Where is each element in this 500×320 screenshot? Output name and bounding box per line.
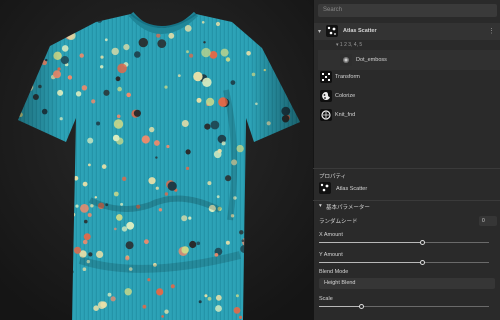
slider-handle[interactable]	[359, 304, 364, 309]
blend-mode-row: Blend Mode Height Blend	[313, 269, 500, 293]
layer-label: Knit_fnd	[335, 112, 356, 118]
scale-label: Scale	[319, 296, 333, 302]
layer-item-knit-fnd[interactable]: Knit_fnd	[313, 106, 500, 125]
y-amount-slider[interactable]	[319, 260, 489, 265]
properties-node-row: Atlas Scatter	[313, 182, 500, 196]
properties-section-label: プロパティ	[319, 174, 347, 180]
tshirt-render	[0, 0, 313, 320]
y-amount-row: Y Amount	[313, 252, 500, 266]
x-amount-slider[interactable]	[319, 240, 489, 245]
y-amount-label: Y Amount	[319, 252, 343, 258]
layer-stack-header[interactable]: ▾ Atlas Scatter ⋮	[314, 23, 500, 40]
layer-label: Transform	[335, 74, 360, 80]
knit-pattern-icon	[320, 109, 332, 121]
atlas-scatter-thumbnail-icon	[326, 25, 338, 37]
layer-item-colorize[interactable]: Colorize	[313, 87, 500, 106]
layer-subgroup[interactable]: ▾ 1 2 3, 4, 5	[314, 41, 500, 50]
scale-row: Scale	[313, 296, 500, 310]
random-seed-input[interactable]: 0	[479, 216, 497, 226]
random-seed-row: ランダムシード 0	[313, 216, 500, 228]
slider-handle[interactable]	[420, 240, 426, 245]
chevron-down-icon[interactable]: ▾	[319, 203, 322, 209]
3d-viewport[interactable]	[0, 0, 313, 320]
random-seed-label: ランダムシード	[319, 219, 358, 225]
blend-mode-select[interactable]: Height Blend	[319, 278, 495, 289]
slider-handle[interactable]	[420, 260, 426, 265]
transform-grid-icon	[320, 71, 332, 83]
scale-slider[interactable]	[319, 304, 489, 309]
subgroup-label: ▾ 1 2 3, 4, 5	[336, 42, 363, 48]
group-title: 基本パラメーター	[326, 205, 370, 211]
blend-mode-label: Blend Mode	[319, 269, 349, 275]
layer-stack-title: Atlas Scatter	[343, 28, 377, 34]
pattern-thumbnail-icon	[340, 54, 352, 66]
properties-node-name: Atlas Scatter	[336, 186, 368, 192]
chevron-down-icon[interactable]: ▾	[318, 28, 321, 35]
x-amount-label: X Amount	[319, 232, 343, 238]
section-divider	[313, 200, 500, 201]
blend-mode-value: Height Blend	[324, 280, 356, 286]
atlas-scatter-node-icon	[319, 182, 331, 194]
layer-label: Dot_emboss	[356, 57, 387, 63]
colorize-palette-icon	[320, 90, 332, 102]
search-input[interactable]: Search	[318, 4, 497, 17]
layer-label: Colorize	[335, 93, 356, 99]
x-amount-row: X Amount	[313, 232, 500, 246]
layer-item-transform[interactable]: Transform	[313, 68, 500, 87]
section-divider	[313, 168, 500, 169]
more-options-icon[interactable]: ⋮	[488, 27, 495, 35]
